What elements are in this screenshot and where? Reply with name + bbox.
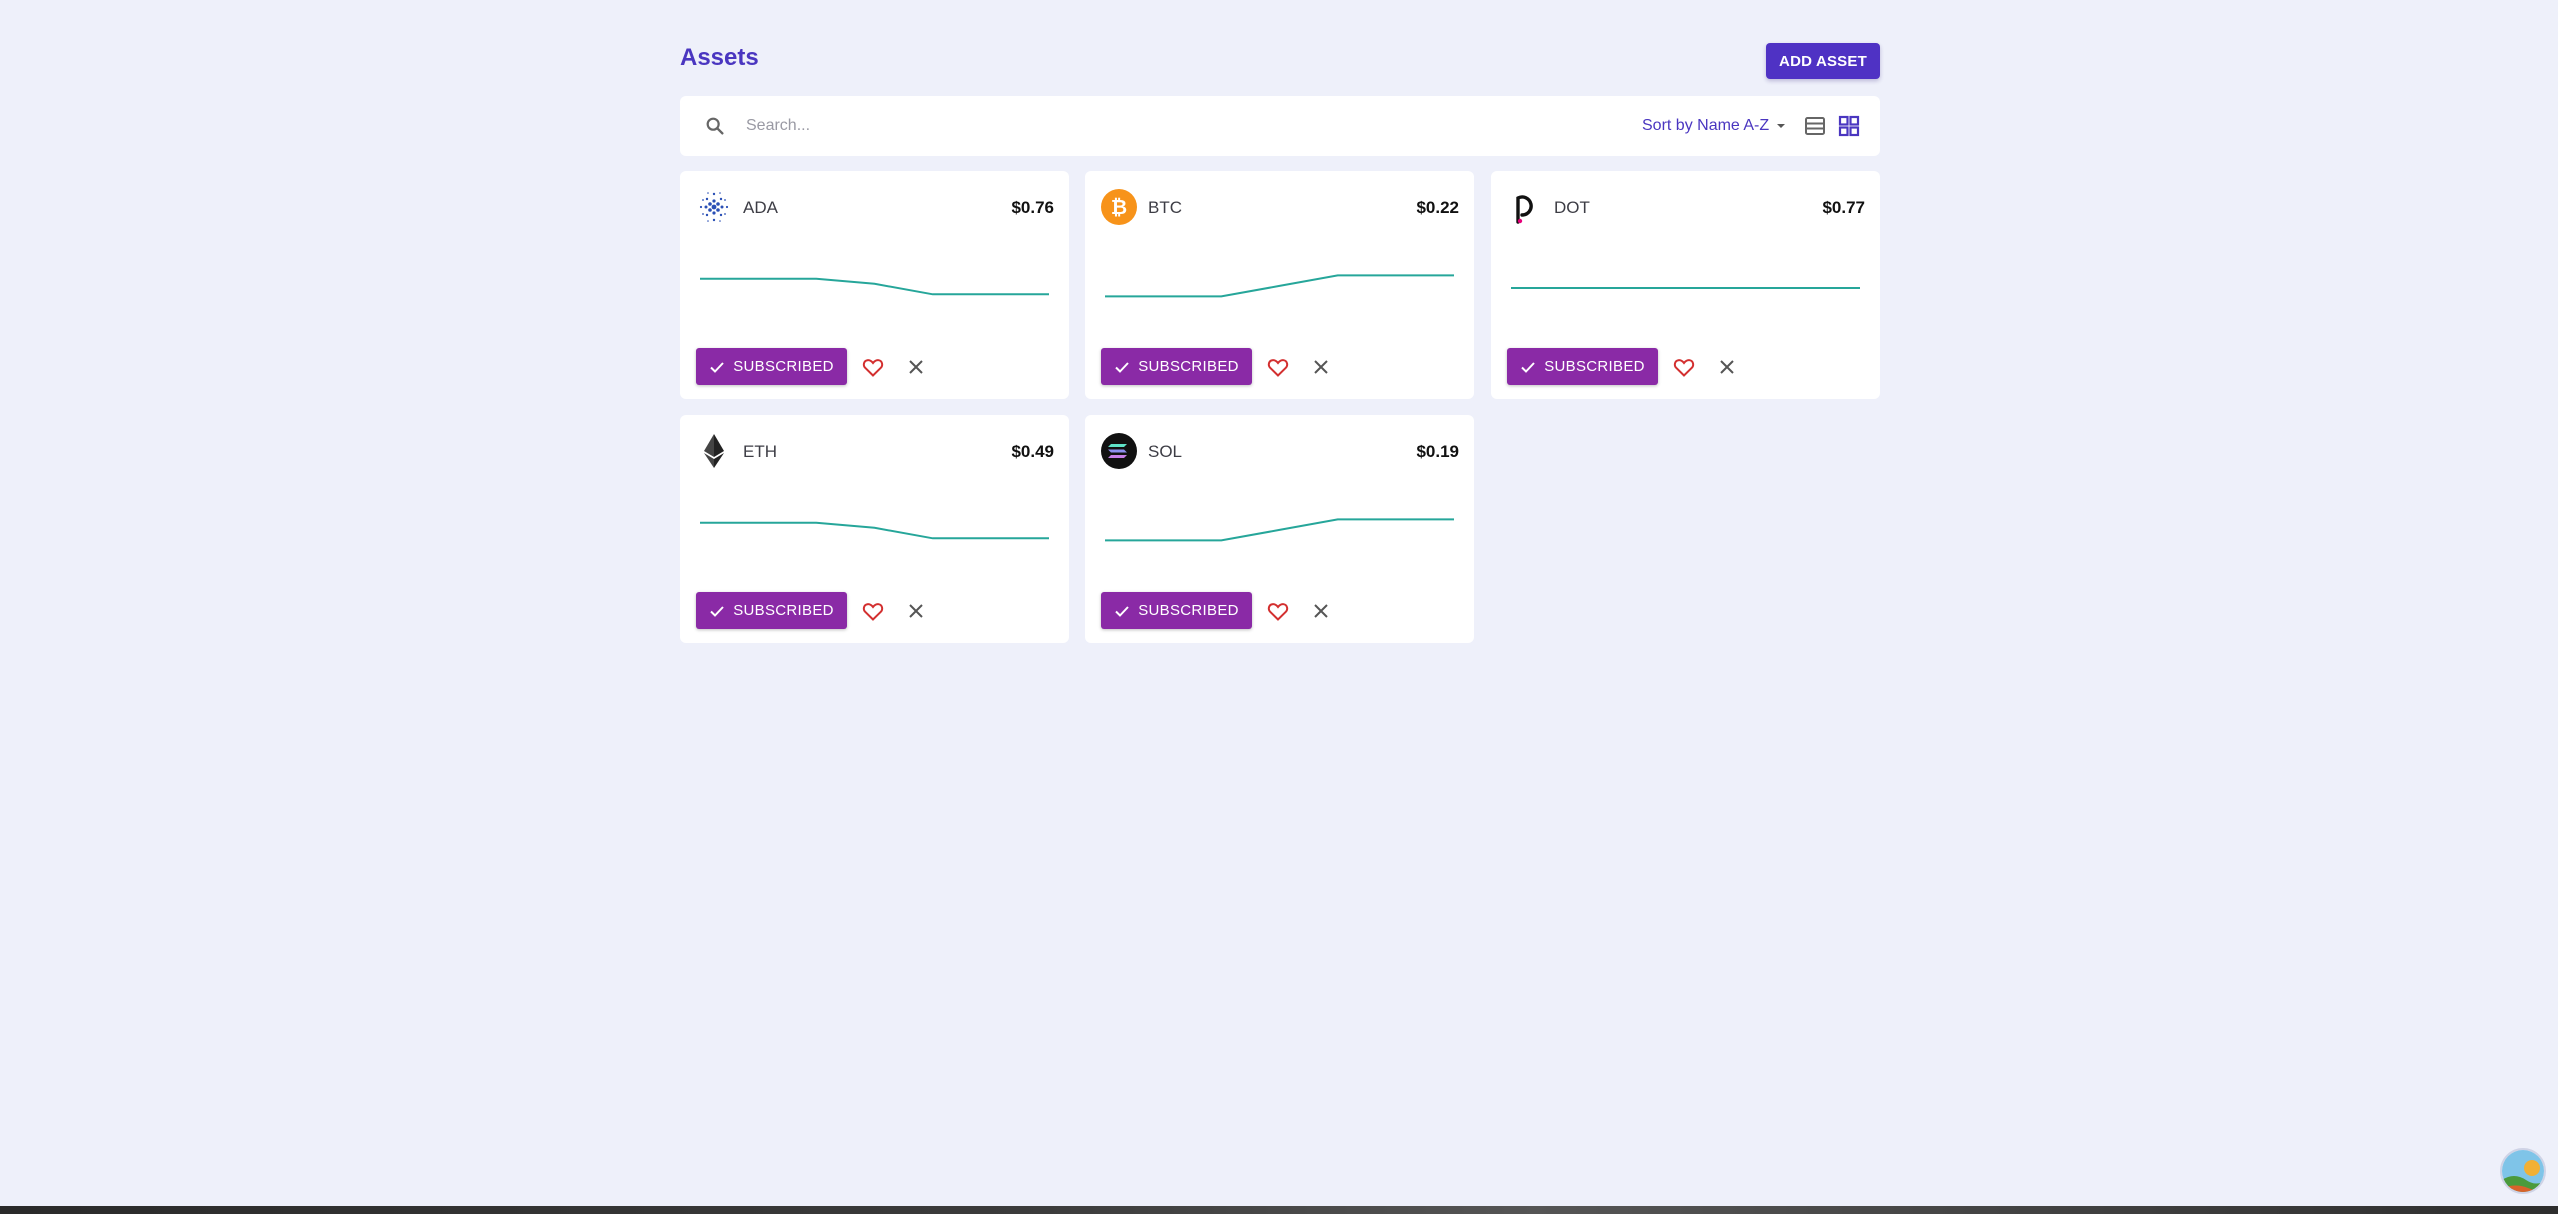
subscribed-label: SUBSCRIBED [733,358,834,375]
heart-icon[interactable] [861,599,885,623]
sort-dropdown[interactable]: Sort by Name A-Z [1642,114,1787,138]
cardano-logo-icon [699,192,729,222]
asset-symbol: ETH [743,442,777,461]
close-icon[interactable] [904,599,928,623]
asset-card-eth: ETH $0.49 SUBSCRIBED [680,415,1069,643]
window-bottom-edge [0,1206,2558,1214]
list-view-icon[interactable] [1802,113,1828,139]
search-icon [706,117,724,135]
asset-symbol: SOL [1148,442,1183,461]
asset-card-dot: DOT $0.77 SUBSCRIBED [1491,171,1880,399]
check-icon [710,361,724,373]
asset-price: $0.49 [1011,442,1054,461]
close-icon[interactable] [1309,599,1333,623]
add-asset-button[interactable]: ADD ASSET [1766,43,1880,79]
subscribed-button[interactable]: SUBSCRIBED [1101,348,1252,385]
subscribed-button[interactable]: SUBSCRIBED [1101,592,1252,629]
polkadot-logo-icon [1516,195,1533,224]
asset-symbol: DOT [1554,198,1590,217]
sparkline-chart [1105,274,1454,298]
subscribed-label: SUBSCRIBED [1138,602,1239,619]
subscribed-button[interactable]: SUBSCRIBED [1507,348,1658,385]
avatar[interactable] [2500,1148,2546,1194]
asset-card-btc: ₿ BTC $0.22 SUBSCRIBED [1085,171,1474,399]
heart-icon[interactable] [1672,355,1696,379]
asset-symbol: ADA [743,198,778,217]
asset-price: $0.77 [1822,198,1865,217]
close-icon[interactable] [1309,355,1333,379]
subscribed-button[interactable]: SUBSCRIBED [696,348,847,385]
asset-card-ada: ADA $0.76 SUBSCRIBED [680,171,1069,399]
check-icon [1115,361,1129,373]
subscribed-label: SUBSCRIBED [1544,358,1645,375]
sparkline-path [700,277,1049,296]
sparkline-chart [1511,287,1860,289]
asset-card-sol: SOL $0.19 SUBSCRIBED [1085,415,1474,643]
asset-price: $0.22 [1416,198,1459,217]
check-icon [1115,605,1129,617]
grid-view-icon[interactable] [1836,113,1862,139]
solana-logo-icon [1101,433,1137,469]
close-icon[interactable] [904,355,928,379]
subscribed-label: SUBSCRIBED [733,602,834,619]
sparkline-chart [700,521,1049,540]
ethereum-logo-icon [704,434,724,468]
heart-icon[interactable] [1266,599,1290,623]
sparkline-path [1105,518,1454,542]
heart-icon[interactable] [1266,355,1290,379]
check-icon [710,605,724,617]
caret-down-icon [1777,124,1786,128]
svg-text:₿: ₿ [1111,195,1127,219]
search-input[interactable] [746,110,1546,142]
avatar-image [2502,1150,2544,1192]
sparkline-chart [700,277,1049,296]
asset-price: $0.19 [1416,442,1459,461]
heart-icon[interactable] [861,355,885,379]
sparkline-path [700,521,1049,540]
asset-symbol: BTC [1148,198,1182,217]
sparkline-chart [1105,518,1454,542]
close-icon[interactable] [1715,355,1739,379]
assets-page: Assets ADD ASSET Sort by Name A-Z [680,0,1880,643]
subscribed-button[interactable]: SUBSCRIBED [696,592,847,629]
check-icon [1521,361,1535,373]
page-title: Assets [680,44,759,71]
search-toolbar: Sort by Name A-Z [680,96,1880,156]
page-header: Assets ADD ASSET [680,0,1880,96]
asset-price: $0.76 [1011,198,1054,217]
sparkline-path [1105,274,1454,298]
bitcoin-logo-icon: ₿ [1101,189,1137,225]
sort-label: Sort by Name A-Z [1642,117,1770,134]
subscribed-label: SUBSCRIBED [1138,358,1239,375]
